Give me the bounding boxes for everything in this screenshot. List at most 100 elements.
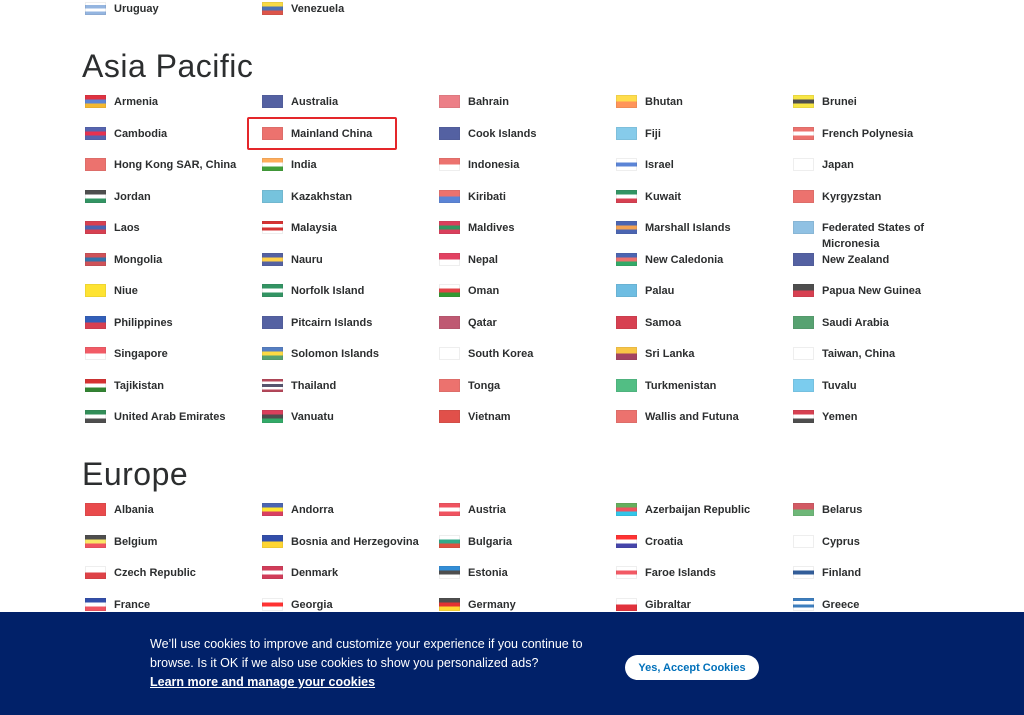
country-name: Tajikistan <box>114 379 164 392</box>
country-name: Palau <box>645 285 675 297</box>
flag-icon <box>262 189 283 203</box>
country-name: Yemen <box>822 411 858 423</box>
section-heading-europe: Europe <box>82 456 189 492</box>
flag-icon <box>439 315 460 329</box>
country-name: Pitcairn Islands <box>291 316 373 329</box>
flag-icon <box>793 378 814 392</box>
flag-icon <box>262 95 283 108</box>
flag-icon <box>439 252 460 266</box>
country-name: Estonia <box>468 567 508 579</box>
flag-icon <box>616 158 637 171</box>
country-name: Mongolia <box>114 253 163 266</box>
flag-icon <box>439 378 460 392</box>
country-name: Azerbaijan Republic <box>645 504 751 516</box>
flag-icon <box>793 503 814 516</box>
flag-icon <box>439 566 460 579</box>
country-link[interactable]: Yemen <box>793 410 970 448</box>
flag-icon <box>85 597 106 611</box>
country-name: Vietnam <box>468 411 511 423</box>
country-name: Niue <box>114 285 138 297</box>
flag-icon <box>616 347 637 360</box>
country-name: Faroe Islands <box>645 567 716 579</box>
flag-icon <box>85 315 106 329</box>
flag-icon <box>616 95 637 108</box>
flag-icon <box>439 284 460 297</box>
country-name: India <box>291 159 317 171</box>
flag-icon <box>262 158 283 171</box>
country-link[interactable]: Vanuatu <box>262 410 439 448</box>
country-name: Cook Islands <box>468 127 537 140</box>
country-name: Malaysia <box>291 222 337 234</box>
flag-icon <box>439 410 460 423</box>
country-name: Albania <box>114 504 154 516</box>
flag-icon <box>439 503 460 516</box>
country-name: Cambodia <box>114 127 168 140</box>
flag-icon <box>85 503 106 516</box>
flag-icon <box>793 189 814 203</box>
flag-icon <box>85 252 106 266</box>
country-name: Croatia <box>645 535 683 548</box>
country-link[interactable]: Vietnam <box>439 410 616 448</box>
flag-icon <box>262 284 283 297</box>
country-list-top: Uruguay Venezuela <box>85 2 970 40</box>
country-name: Taiwan, China <box>822 348 896 360</box>
country-link[interactable]: Venezuela <box>262 2 439 40</box>
country-name: Uruguay <box>114 3 159 15</box>
flag-icon <box>439 534 460 548</box>
country-name: French Polynesia <box>822 127 914 140</box>
flag-icon <box>616 315 637 329</box>
country-name: Tuvalu <box>822 379 857 392</box>
country-link[interactable]: United Arab Emirates <box>85 410 262 448</box>
flag-icon <box>616 284 637 297</box>
country-name: Germany <box>468 598 516 611</box>
country-name: Marshall Islands <box>645 222 731 234</box>
cookie-banner: We’ll use cookies to improve and customi… <box>0 612 1024 715</box>
flag-icon <box>439 189 460 203</box>
flag-icon <box>439 347 460 360</box>
country-name: Armenia <box>114 96 159 108</box>
country-name: Georgia <box>291 598 333 611</box>
country-name: Turkmenistan <box>645 379 717 392</box>
flag-icon <box>262 410 283 423</box>
country-link[interactable]: Uruguay <box>85 2 262 40</box>
country-name: Denmark <box>291 567 339 579</box>
country-name: Kyrgyzstan <box>822 190 882 203</box>
country-name: Andorra <box>291 504 334 516</box>
country-link[interactable]: Wallis and Futuna <box>616 410 793 448</box>
country-name: Thailand <box>291 379 337 392</box>
flag-icon <box>616 252 637 266</box>
accept-cookies-button[interactable]: Yes, Accept Cookies <box>625 655 759 680</box>
country-name: Nauru <box>291 253 323 266</box>
country-name: Norfolk Island <box>291 285 365 297</box>
flag-icon <box>262 221 283 234</box>
country-name: Bulgaria <box>468 535 513 548</box>
country-name: Papua New Guinea <box>822 285 922 297</box>
flag-icon <box>793 252 814 266</box>
country-name: Belgium <box>114 535 158 548</box>
flag-icon <box>616 597 637 611</box>
flag-icon <box>793 347 814 360</box>
flag-icon <box>439 158 460 171</box>
country-name: Brunei <box>822 96 857 108</box>
country-name: Samoa <box>645 316 682 329</box>
country-name: Belarus <box>822 504 863 516</box>
manage-cookies-link[interactable]: Learn more and manage your cookies <box>150 673 590 692</box>
flag-icon <box>616 566 637 579</box>
country-name: United Arab Emirates <box>114 411 226 423</box>
country-list-asia-pacific: Armenia Australia Bahrain Bhutan Brunei Cambo… <box>85 95 970 448</box>
flag-icon <box>793 95 814 108</box>
flag-icon <box>793 158 814 171</box>
flag-icon <box>616 221 637 234</box>
flag-icon <box>85 410 106 423</box>
flag-icon <box>793 284 814 297</box>
country-name: Finland <box>822 567 862 579</box>
country-name: Federated States of Micronesia <box>822 222 925 250</box>
country-name: Bosnia and Herzegovina <box>291 535 419 548</box>
country-name: Cyprus <box>822 535 860 548</box>
flag-icon <box>85 284 106 297</box>
flag-icon <box>85 378 106 392</box>
flag-icon <box>793 221 814 234</box>
country-name: Tonga <box>468 379 501 392</box>
flag-icon <box>262 252 283 266</box>
country-name: Qatar <box>468 316 497 329</box>
